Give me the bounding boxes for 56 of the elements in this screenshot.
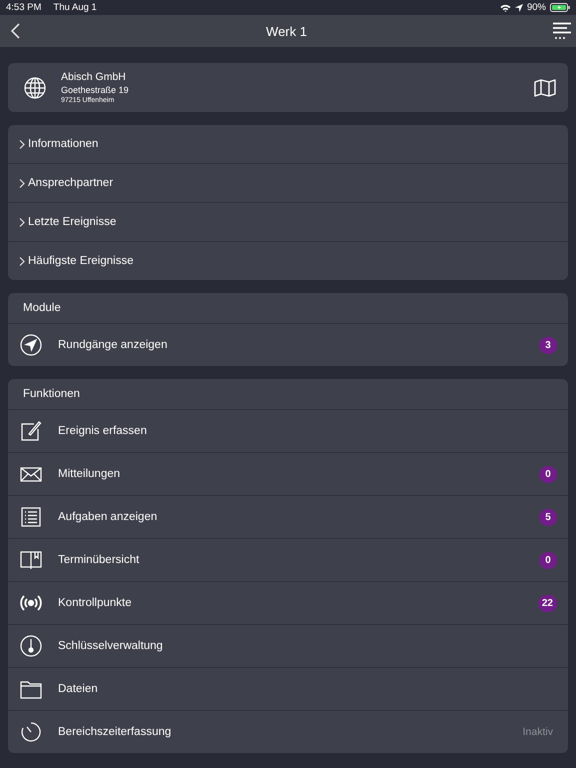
section-label: Häufigste Ereignisse — [28, 255, 134, 267]
expandable-row[interactable]: Häufigste Ereignisse — [8, 241, 568, 280]
section-label: Informationen — [28, 138, 98, 150]
chevron-icon — [19, 218, 25, 226]
map-icon[interactable] — [534, 78, 556, 96]
pointer-icon — [20, 334, 42, 356]
count-badge: 3 — [539, 336, 557, 354]
nav-title: Werk 1 — [266, 24, 307, 38]
menu-row[interactable]: Bereichszeiterfassung Inaktiv — [8, 710, 568, 753]
row-label: Bereichszeiterfassung — [58, 726, 172, 738]
menu-row[interactable]: Ereignis erfassen — [8, 410, 568, 452]
battery-icon — [550, 3, 570, 12]
status-time: 4:53 PM — [6, 2, 42, 13]
menu-row[interactable]: Dateien — [8, 667, 568, 710]
expandable-row[interactable]: Informationen — [8, 125, 568, 163]
chevron-icon — [19, 256, 25, 266]
battery-percent: 90% — [526, 2, 546, 13]
row-label: Mitteilungen — [58, 468, 122, 480]
chevron-icon — [19, 178, 25, 188]
menu-row[interactable]: Mitteilungen 0 — [8, 452, 568, 495]
expandable-row[interactable]: Ansprechpartner — [8, 163, 568, 202]
count-badge: 0 — [539, 552, 557, 568]
row-label: Dateien — [58, 683, 99, 695]
section-label: Letzte Ereignisse — [28, 216, 116, 228]
menu-row[interactable]: Terminübersicht 0 — [8, 538, 568, 581]
menu-icon[interactable] — [553, 22, 571, 40]
status-label: Inaktiv — [522, 726, 553, 738]
globe-icon — [24, 76, 46, 98]
menu-row[interactable]: Schlüsselverwaltung — [8, 624, 568, 667]
chevron-icon — [19, 140, 25, 148]
edit-icon — [20, 420, 42, 442]
menu-row[interactable]: Rundgänge anzeigen 3 — [8, 324, 568, 366]
row-label: Schlüsselverwaltung — [58, 640, 164, 652]
section-label: Ansprechpartner — [28, 177, 114, 189]
group-title: Funktionen — [23, 388, 80, 400]
count-badge: 22 — [538, 594, 557, 612]
count-badge: 0 — [539, 466, 557, 482]
menu-row[interactable]: Aufgaben anzeigen 5 — [8, 495, 568, 538]
back-icon[interactable] — [10, 23, 20, 39]
book-icon — [20, 549, 42, 571]
row-label: Ereignis erfassen — [58, 425, 148, 437]
company-name: Abisch GmbH — [61, 71, 127, 83]
row-label: Kontrollpunkte — [58, 597, 133, 609]
timer-icon — [20, 721, 42, 743]
menu-row[interactable]: Kontrollpunkte 22 — [8, 581, 568, 624]
wifi-icon — [500, 4, 511, 12]
status-date: Thu Aug 1 — [53, 2, 97, 13]
count-badge: 5 — [539, 508, 557, 526]
list-icon — [20, 506, 42, 528]
group-title: Module — [23, 302, 61, 314]
row-label: Aufgaben anzeigen — [58, 511, 158, 523]
row-label: Rundgänge anzeigen — [58, 339, 168, 351]
row-label: Terminübersicht — [58, 554, 140, 566]
expandable-row[interactable]: Letzte Ereignisse — [8, 202, 568, 241]
street-address: Goethestraße 19 — [61, 85, 130, 95]
location-icon — [514, 4, 523, 12]
